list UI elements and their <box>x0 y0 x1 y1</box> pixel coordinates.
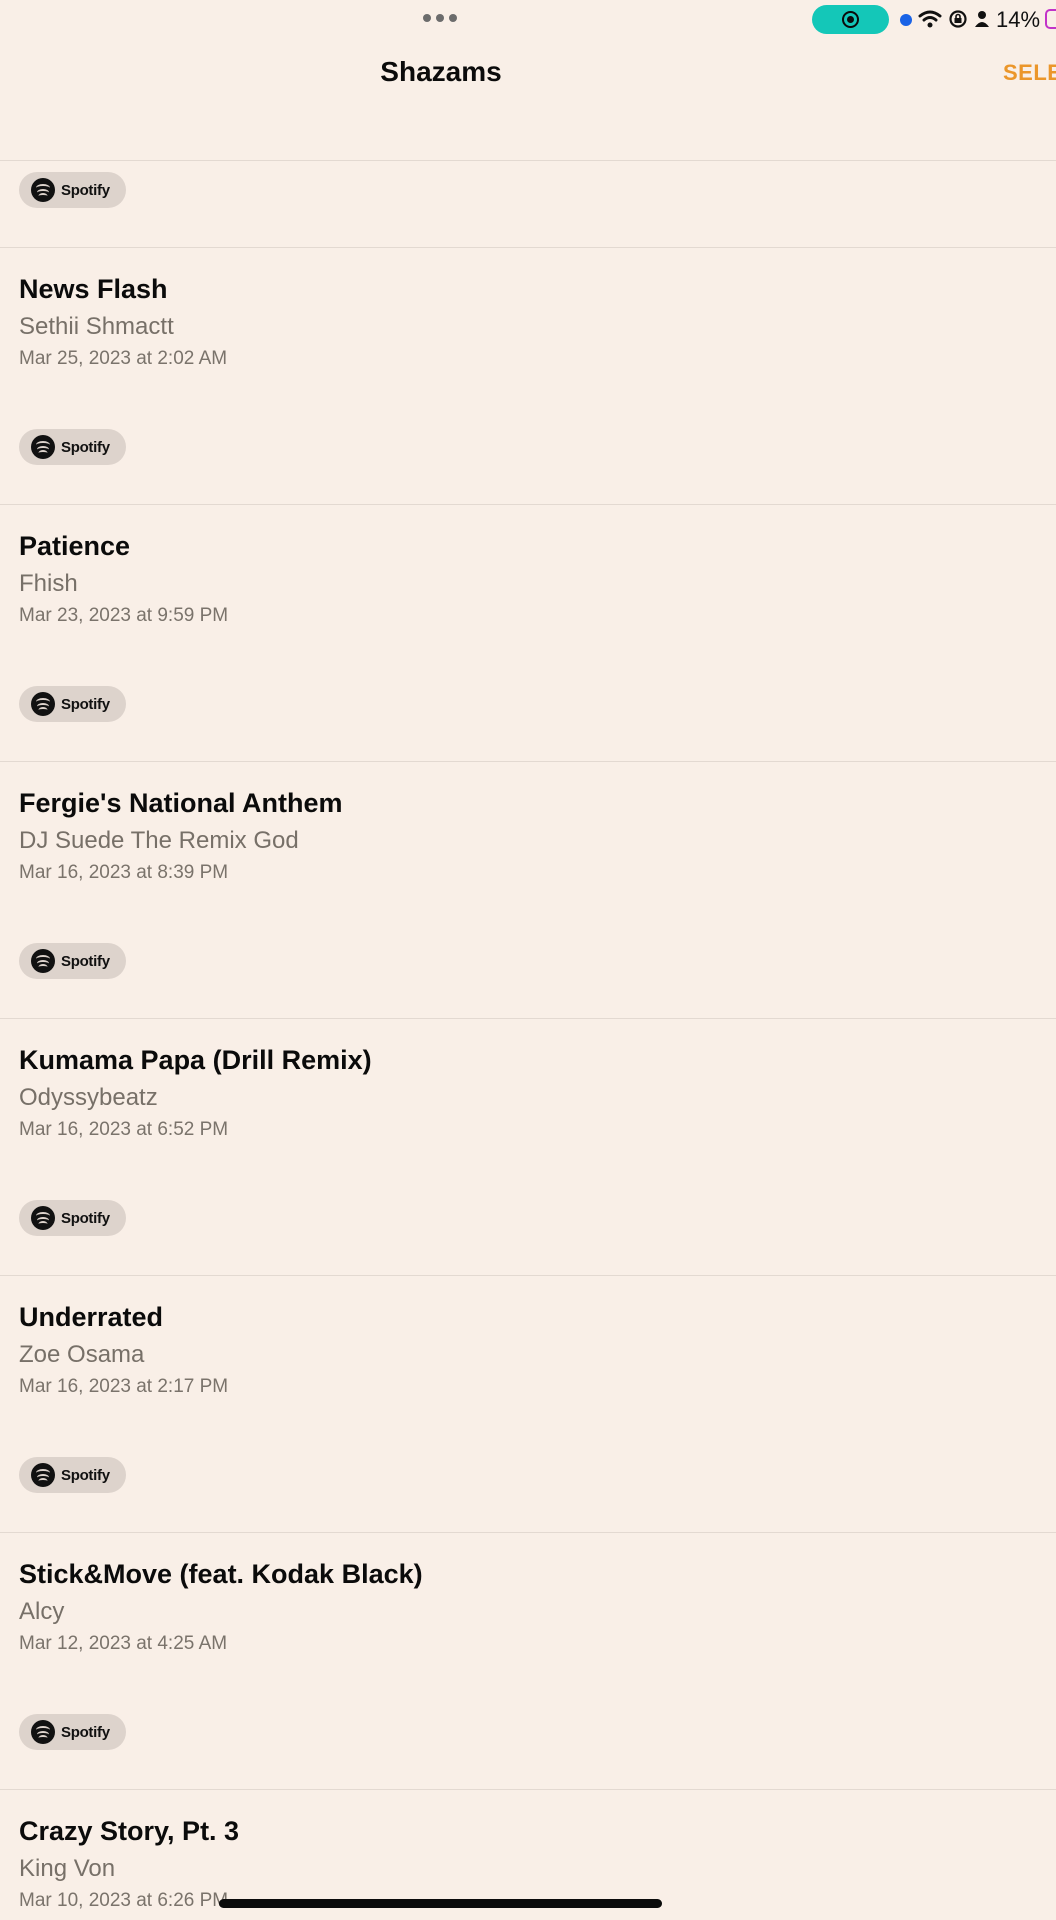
nav-bar: Shazams SELE <box>0 40 1056 160</box>
track-title: Fergie's National Anthem <box>19 788 343 818</box>
track-date: Mar 10, 2023 at 6:26 PM <box>19 1890 229 1911</box>
spotify-icon <box>31 949 55 973</box>
screen-record-icon[interactable] <box>812 5 889 34</box>
person-icon <box>975 11 989 27</box>
track-title: Stick&Move (feat. Kodak Black) <box>19 1559 423 1589</box>
more-dots-icon[interactable] <box>423 14 457 22</box>
battery-icon <box>1045 9 1056 29</box>
spotify-icon <box>31 1463 55 1487</box>
nav-divider <box>0 160 1056 161</box>
spotify-button[interactable]: Spotify <box>19 1714 126 1750</box>
select-button[interactable]: SELE <box>1003 60 1056 86</box>
spotify-button[interactable]: Spotify <box>19 1200 126 1236</box>
track-artist: Odyssybeatz <box>19 1084 158 1111</box>
track-date: Mar 16, 2023 at 2:17 PM <box>19 1376 229 1397</box>
battery-percent: 14% <box>996 7 1041 32</box>
track-date: Mar 23, 2023 at 9:59 PM <box>19 605 229 626</box>
spotify-button[interactable]: Spotify <box>19 686 126 722</box>
track-title: Crazy Story, Pt. 3 <box>19 1816 240 1846</box>
track-date: Mar 12, 2023 at 4:25 AM <box>19 1633 228 1654</box>
spotify-icon <box>31 1720 55 1744</box>
track-artist: Alcy <box>19 1598 65 1625</box>
track-artist: Zoe Osama <box>19 1341 145 1368</box>
list-divider <box>0 1018 1056 1019</box>
spotify-icon <box>31 1206 55 1230</box>
track-artist: DJ Suede The Remix God <box>19 827 299 854</box>
spotify-icon <box>31 692 55 716</box>
spotify-icon <box>31 178 55 202</box>
track-artist: Fhish <box>19 570 78 597</box>
track-artist: Sethii Shmactt <box>19 313 174 340</box>
spotify-button[interactable]: Spotify <box>19 1457 126 1493</box>
track-date: Mar 16, 2023 at 8:39 PM <box>19 862 229 883</box>
track-title: Kumama Papa (Drill Remix) <box>19 1045 372 1075</box>
track-date: Mar 16, 2023 at 6:52 PM <box>19 1119 229 1140</box>
list-divider <box>0 1532 1056 1533</box>
spotify-icon <box>31 435 55 459</box>
page-title: Shazams <box>380 56 502 87</box>
wifi-icon <box>918 10 942 28</box>
list-divider <box>0 1275 1056 1276</box>
spotify-button[interactable]: Spotify <box>19 429 126 465</box>
home-indicator[interactable] <box>219 1899 662 1908</box>
spotify-button[interactable]: Spotify <box>19 172 126 208</box>
list-divider <box>0 247 1056 248</box>
track-date: Mar 25, 2023 at 2:02 AM <box>19 348 228 369</box>
list-divider <box>0 504 1056 505</box>
location-dot-icon <box>900 14 912 26</box>
track-artist: King Von <box>19 1855 116 1882</box>
spotify-button[interactable]: Spotify <box>19 943 126 979</box>
track-title: Underrated <box>19 1302 164 1332</box>
list-divider <box>0 1789 1056 1790</box>
list-divider <box>0 761 1056 762</box>
track-title: Patience <box>19 531 131 561</box>
rotation-lock-icon <box>949 10 967 28</box>
track-title: News Flash <box>19 274 168 304</box>
status-bar: 14% <box>0 0 1056 40</box>
